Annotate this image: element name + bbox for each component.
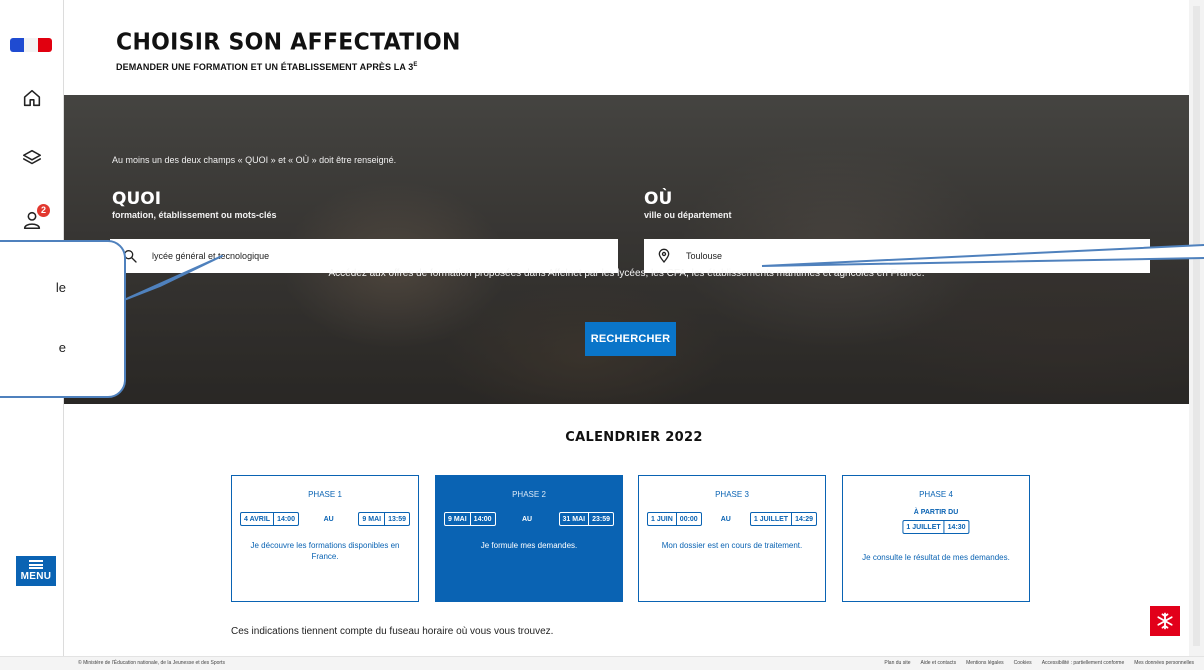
end-date-chip: 9 MAI 13:59 xyxy=(358,512,410,526)
scrollbar-thumb[interactable] xyxy=(1193,6,1200,646)
date-separator: AU xyxy=(323,515,334,523)
date-separator: AU xyxy=(521,515,533,523)
end-date-chip: 31 MAI 23:59 xyxy=(558,512,614,526)
annotation-callout: le e xyxy=(0,240,126,398)
footer-link-mentions[interactable]: Mentions légales xyxy=(966,660,1004,666)
search-note: Au moins un des deux champs « QUOI » et … xyxy=(112,155,397,165)
footer-copyright: © Ministère de l'Éducation nationale, de… xyxy=(78,660,225,666)
start-time: 00:00 xyxy=(675,513,701,525)
quoi-input-value: lycée général et tecnologique xyxy=(152,251,270,261)
footer-links: Plan du site Aide et contacts Mentions l… xyxy=(884,660,1194,666)
footer-link-donnees[interactable]: Mes données personnelles xyxy=(1134,660,1194,666)
phase-description: Je découvre les formations disponibles e… xyxy=(250,541,400,561)
start-date-chip: 1 JUIN 00:00 xyxy=(647,512,702,526)
phase-name: PHASE 3 xyxy=(715,490,749,499)
page-title: CHOISIR SON AFFECTATION xyxy=(116,29,461,56)
asterisk-icon xyxy=(1157,612,1173,630)
ou-subtitle: ville ou département xyxy=(644,210,732,220)
from-label: À PARTIR DU xyxy=(913,509,959,516)
marianne-flag-logo[interactable] xyxy=(10,36,54,54)
page-subtitle-sup: E xyxy=(413,62,418,68)
footer-link-aide[interactable]: Aide et contacts xyxy=(921,660,957,666)
date-separator: AU xyxy=(720,515,731,523)
menu-label: MENU xyxy=(20,571,52,582)
phase-name: PHASE 2 xyxy=(512,490,546,499)
search-button[interactable]: RECHERCHER xyxy=(585,322,676,356)
footer-link-accessibilite[interactable]: Accessibilité : partiellement conforme xyxy=(1042,660,1125,666)
phase-description: Je consulte le résultat de mes demandes. xyxy=(862,553,1010,562)
scrollbar[interactable] xyxy=(1189,0,1204,656)
phase-description: Mon dossier est en cours de traitement. xyxy=(661,541,803,550)
end-time: 14:29 xyxy=(791,513,816,525)
end-time: 23:59 xyxy=(588,513,613,525)
layers-icon[interactable] xyxy=(20,146,44,170)
start-date-chip: 1 JUILLET 14:30 xyxy=(902,520,970,534)
phase-3-card: PHASE 3 1 JUIN 00:00 AU 1 JUILLET 14:29 Mo… xyxy=(638,475,826,602)
footer-link-plan[interactable]: Plan du site xyxy=(884,660,910,666)
phase-description: Je formule mes demandes. xyxy=(480,541,578,550)
start-day: 9 MAI xyxy=(448,515,467,523)
start-date-chip: 9 MAI 14:00 xyxy=(444,512,496,526)
ou-input-value: Toulouse xyxy=(686,251,723,261)
user-icon[interactable]: 2 xyxy=(20,204,50,232)
end-day: 31 MAI xyxy=(562,515,586,523)
location-pin-icon xyxy=(658,248,670,264)
callout-text-2: e xyxy=(58,340,66,355)
footer-link-cookies[interactable]: Cookies xyxy=(1014,660,1032,666)
end-date-chip: 1 JUILLET 14:29 xyxy=(749,512,817,526)
footer: © Ministère de l'Éducation nationale, de… xyxy=(0,656,1204,670)
phase-4-card: PHASE 4 À PARTIR DU 1 JUILLET 14:30 Je co… xyxy=(842,475,1030,602)
end-time: 13:59 xyxy=(384,513,409,525)
phase-1-card: PHASE 1 4 AVRIL 14:00 AU 9 MAI 13:59 Je dé… xyxy=(231,475,419,602)
calendar-title: CALENDRIER 2022 xyxy=(565,430,703,445)
phase-dates: 1 JUIN 00:00 AU 1 JUILLET 14:29 xyxy=(647,512,817,526)
phase-dates: 9 MAI 14:00 AU 31 MAI 23:59 xyxy=(444,512,614,526)
callout-text-1: le xyxy=(55,280,66,295)
phase-2-card: PHASE 2 9 MAI 14:00 AU 31 MAI 23:59 Je for… xyxy=(435,475,623,602)
start-day: 1 JUIN xyxy=(651,515,673,523)
page: 2 MENU CHOISIR SON AFFECTATION DEMANDER … xyxy=(0,0,1204,670)
quoi-title: QUOI xyxy=(112,189,162,209)
end-day: 1 JUILLET xyxy=(753,515,789,523)
phase-dates: 4 AVRIL 14:00 AU 9 MAI 13:59 xyxy=(240,512,410,526)
menu-button[interactable]: MENU xyxy=(16,556,56,586)
timezone-note: Ces indications tiennent compte du fusea… xyxy=(231,626,554,637)
search-hero: Au moins un des deux champs « QUOI » et … xyxy=(64,95,1189,404)
home-icon[interactable] xyxy=(20,86,44,110)
quoi-subtitle: formation, établissement ou mots-clés xyxy=(112,210,277,220)
notification-badge: 2 xyxy=(37,204,50,217)
search-description: Accédez aux offres de formation proposée… xyxy=(328,268,925,279)
start-day: 4 AVRIL xyxy=(244,515,271,523)
start-time: 14:00 xyxy=(469,513,495,525)
page-subtitle: DEMANDER UNE FORMATION ET UN ÉTABLISSEME… xyxy=(116,62,417,72)
start-time: 14:30 xyxy=(943,521,969,533)
ou-title: OÙ xyxy=(644,189,673,209)
end-day: 9 MAI xyxy=(362,515,382,523)
start-time: 14:00 xyxy=(273,513,298,525)
start-date-chip: 4 AVRIL 14:00 xyxy=(240,512,299,526)
phase-name: PHASE 4 xyxy=(919,490,953,499)
phase-name: PHASE 1 xyxy=(308,490,342,499)
page-subtitle-text: DEMANDER UNE FORMATION ET UN ÉTABLISSEME… xyxy=(116,62,414,72)
hamburger-icon xyxy=(29,560,43,569)
asterisk-logo[interactable] xyxy=(1150,606,1180,636)
start-day: 1 JUILLET xyxy=(906,523,941,531)
